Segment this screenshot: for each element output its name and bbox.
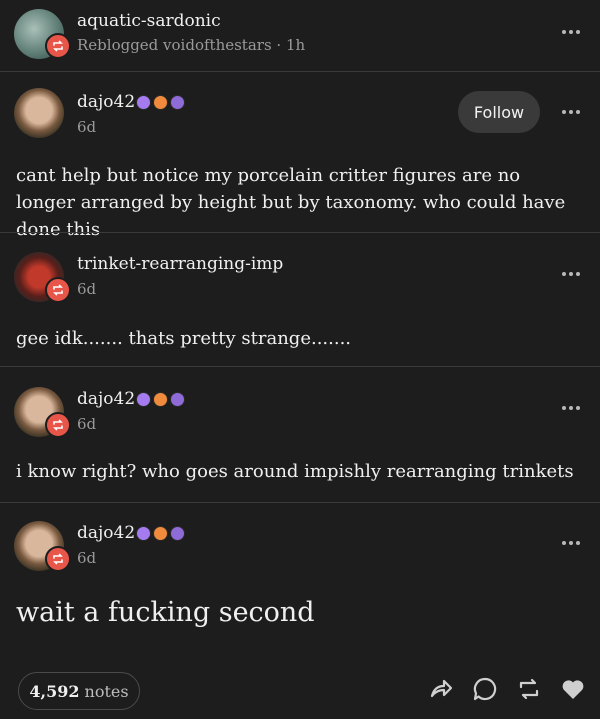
notes-label: notes	[84, 681, 129, 701]
reblog-badge	[45, 412, 71, 438]
post-time: 6d	[77, 280, 97, 298]
badge-icon	[170, 526, 185, 541]
post-username[interactable]: dajo42	[77, 523, 135, 543]
reblog-icon	[53, 284, 63, 296]
post-text: cant help but notice my porcelain critte…	[16, 165, 566, 240]
badge-icon	[136, 95, 151, 110]
post-time: 6d	[77, 415, 97, 433]
badge-icon	[153, 392, 168, 407]
more-options-icon[interactable]	[562, 30, 580, 34]
follow-button[interactable]: Follow	[458, 91, 540, 133]
reblog-username[interactable]: aquatic-sardonic	[77, 11, 221, 31]
badge-icon	[153, 95, 168, 110]
badge-icon	[136, 526, 151, 541]
like-icon[interactable]	[560, 676, 586, 702]
post-username[interactable]: dajo42	[77, 389, 135, 409]
post-text: gee idk....... thats pretty strange.....…	[16, 328, 352, 349]
badge-icon	[153, 526, 168, 541]
more-options-icon[interactable]	[562, 541, 580, 545]
user-badges	[136, 526, 185, 541]
reblog-badge	[45, 33, 71, 59]
reblog-badge	[45, 277, 71, 303]
divider	[0, 232, 600, 233]
post-text: i know right? who goes around impishly r…	[16, 461, 574, 482]
user-badges	[136, 392, 185, 407]
badge-icon	[170, 392, 185, 407]
user-badges	[136, 95, 185, 110]
divider	[0, 366, 600, 367]
avatar[interactable]	[14, 88, 64, 138]
notes-button[interactable]: 4,592 notes	[18, 672, 140, 710]
post-time: 6d	[77, 549, 97, 567]
divider	[0, 71, 600, 72]
badge-icon	[136, 392, 151, 407]
more-options-icon[interactable]	[562, 272, 580, 276]
divider	[0, 502, 600, 503]
reblog-icon[interactable]	[516, 676, 542, 702]
reblog-icon	[53, 40, 63, 52]
notes-count: 4,592	[29, 681, 80, 701]
reblog-icon	[53, 419, 63, 431]
reblog-badge	[45, 546, 71, 572]
post-time: 6d	[77, 118, 97, 136]
share-icon[interactable]	[428, 676, 454, 702]
badge-icon	[170, 95, 185, 110]
post-username[interactable]: trinket-rearranging-imp	[77, 254, 283, 274]
post-username[interactable]: dajo42	[77, 92, 135, 112]
reply-icon[interactable]	[472, 676, 498, 702]
more-options-icon[interactable]	[562, 110, 580, 114]
reblog-icon	[53, 553, 63, 565]
post-actions	[428, 676, 586, 702]
reblog-subtitle: Reblogged voidofthestars · 1h	[77, 36, 306, 54]
more-options-icon[interactable]	[562, 406, 580, 410]
post-text-large: wait a fucking second	[16, 597, 315, 628]
